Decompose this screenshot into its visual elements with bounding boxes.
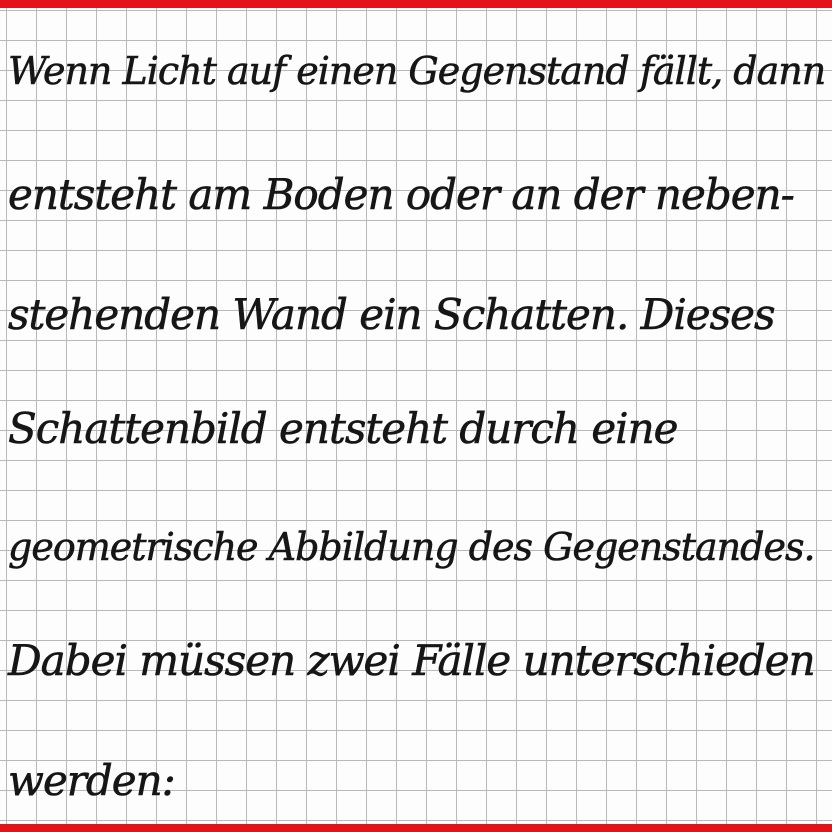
text-line-6: Dabei müssen zwei Fälle unterschieden: [8, 636, 816, 685]
graph-paper-page: Wenn Licht auf einen Gegenstand fällt, d…: [0, 0, 832, 832]
text-line-7: werden:: [8, 756, 176, 805]
text-line-1: Wenn Licht auf einen Gegenstand fällt, d…: [8, 49, 827, 93]
red-top-edge: [0, 0, 832, 8]
text-line-5: geometrische Abbildung des Gegenstandes.: [8, 525, 816, 569]
red-bottom-edge: [0, 824, 832, 832]
text-line-2: entsteht am Boden oder an der neben-: [8, 170, 795, 219]
text-line-3: stehenden Wand ein Schatten. Dieses: [8, 290, 776, 339]
text-line-4: Schattenbild entsteht durch eine: [8, 404, 679, 453]
